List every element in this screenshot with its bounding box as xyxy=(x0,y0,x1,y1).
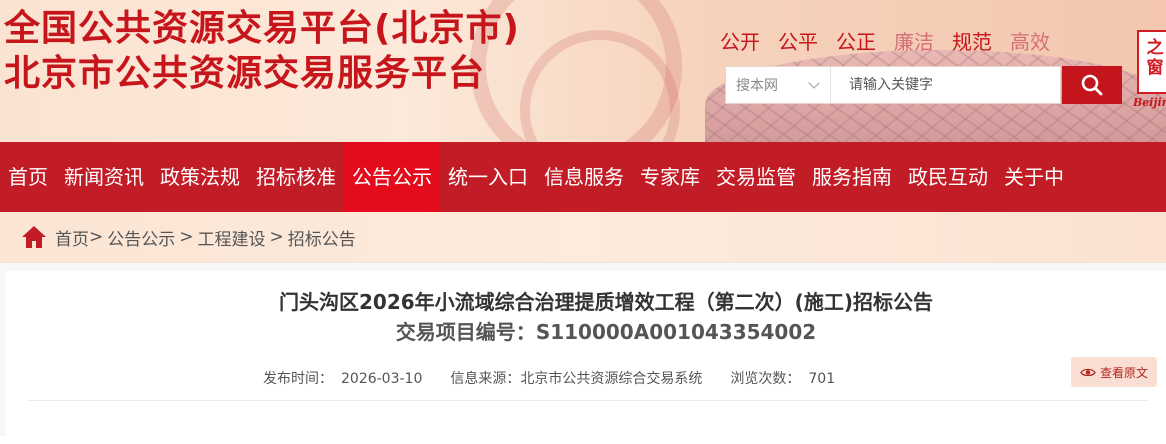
nav-item-policies[interactable]: 政策法规 xyxy=(152,142,248,212)
info-source-label: 信息来源： xyxy=(450,371,521,387)
search-button[interactable] xyxy=(1062,66,1122,104)
breadcrumb-separator: > xyxy=(179,227,194,247)
breadcrumb-separator: > xyxy=(269,227,284,247)
slogan-row: 公开 公平 公正 廉洁 规范 高效 xyxy=(720,28,1068,56)
publish-time-label: 发布时间： xyxy=(263,371,333,387)
view-count: 浏览次数： 701 xyxy=(730,365,835,393)
publish-time: 发布时间： 2026-03-10 xyxy=(263,365,422,393)
nav-item-announcements[interactable]: 公告公示 xyxy=(344,142,440,212)
main-nav: 首页 新闻资讯 政策法规 招标核准 公告公示 统一入口 信息服务 专家库 交易监… xyxy=(0,142,1166,212)
search-scope-label: 搜本网 xyxy=(736,78,778,94)
article-card: 门头沟区2026年小流域综合治理提质增效工程（第二次）(施工)招标公告 交易项目… xyxy=(6,271,1166,444)
nav-item-expert-pool[interactable]: 专家库 xyxy=(632,142,708,212)
search-scope-select[interactable]: 搜本网 xyxy=(726,67,831,103)
nav-item-info-service[interactable]: 信息服务 xyxy=(536,142,632,212)
slogan-item: 公正 xyxy=(836,30,876,54)
logo-caption: Beijing xyxy=(1133,96,1166,109)
nav-item-interaction[interactable]: 政民互动 xyxy=(900,142,996,212)
nav-item-service-guide[interactable]: 服务指南 xyxy=(804,142,900,212)
breadcrumb-construction[interactable]: 工程建设 xyxy=(198,225,266,250)
nav-item-supervision[interactable]: 交易监管 xyxy=(708,142,804,212)
breadcrumb-home[interactable]: 首页 xyxy=(55,225,89,250)
breadcrumb-separator: > xyxy=(89,227,104,247)
breadcrumb: 首页 > 公告公示 > 工程建设 > 招标公告 xyxy=(0,212,1166,262)
project-code-value: S110000A001043354002 xyxy=(535,320,817,344)
article-title: 门头沟区2026年小流域综合治理提质增效工程（第二次）(施工)招标公告 xyxy=(279,290,933,314)
search-box: 搜本网 xyxy=(725,66,1061,104)
nav-item-home[interactable]: 首页 xyxy=(0,142,56,212)
view-count-value: 701 xyxy=(808,371,836,387)
site-title: 全国公共资源交易平台(北京市) xyxy=(4,8,520,49)
search-icon xyxy=(1081,74,1103,96)
nav-item-bid-approval[interactable]: 招标核准 xyxy=(248,142,344,212)
project-code-label: 交易项目编号： xyxy=(395,320,536,344)
beijing-window-logo[interactable]: 之窗 xyxy=(1137,30,1166,94)
slogan-item: 公开 xyxy=(720,30,760,54)
chevron-down-icon xyxy=(808,77,820,89)
slogan-item: 廉洁 xyxy=(894,30,934,54)
view-original-label: 查看原文 xyxy=(1099,365,1148,380)
nav-item-about[interactable]: 关于中 xyxy=(996,142,1072,212)
project-code: 交易项目编号：S110000A001043354002 xyxy=(6,317,1166,347)
site-subtitle: 北京市公共资源交易服务平台 xyxy=(4,53,486,94)
home-icon xyxy=(22,226,46,248)
info-source: 信息来源：北京市公共资源综合交易系统 xyxy=(450,365,702,393)
publish-time-value: 2026-03-10 xyxy=(341,371,423,387)
nav-item-unified-entry[interactable]: 统一入口 xyxy=(440,142,536,212)
info-source-value: 北京市公共资源综合交易系统 xyxy=(520,371,703,387)
breadcrumb-bid-announcement[interactable]: 招标公告 xyxy=(288,225,356,250)
search-input[interactable] xyxy=(831,67,1060,103)
header-banner: 全国公共资源交易平台(北京市) 北京市公共资源交易服务平台 公开 公平 公正 廉… xyxy=(0,0,1166,142)
view-original-button[interactable]: 查看原文 xyxy=(1071,357,1157,387)
slogan-item: 规范 xyxy=(952,30,992,54)
article-meta: 发布时间： 2026-03-10 信息来源：北京市公共资源综合交易系统 浏览次数：… xyxy=(263,365,863,393)
view-count-label: 浏览次数： xyxy=(730,371,801,387)
slogan-item: 高效 xyxy=(1010,30,1050,54)
meta-divider xyxy=(28,400,1148,401)
breadcrumb-announcements[interactable]: 公告公示 xyxy=(107,225,175,250)
slogan-item: 公平 xyxy=(778,30,818,54)
eye-icon xyxy=(1080,368,1096,376)
nav-item-news[interactable]: 新闻资讯 xyxy=(56,142,152,212)
content-area: 门头沟区2026年小流域综合治理提质增效工程（第二次）(施工)招标公告 交易项目… xyxy=(0,262,1166,444)
